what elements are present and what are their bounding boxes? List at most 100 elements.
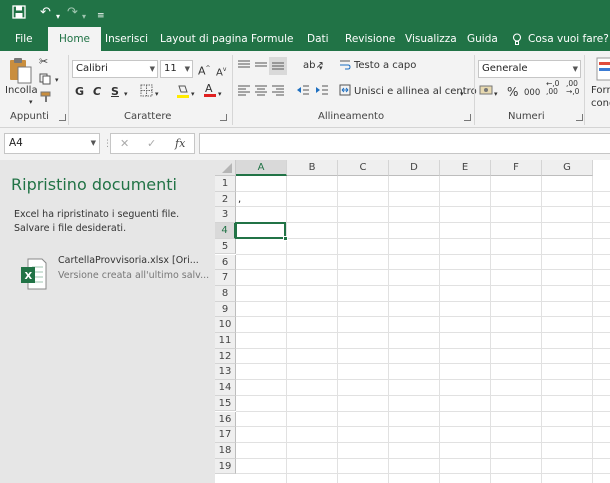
save-icon[interactable] [12,5,26,24]
tab-home[interactable]: Home [48,27,102,51]
active-cell[interactable] [235,222,286,240]
excel-file-icon[interactable]: X [20,258,47,290]
decrease-font-icon[interactable]: Av [216,63,226,80]
accounting-format-icon[interactable] [479,84,493,100]
font-color-dropdown-icon[interactable]: ▾ [218,87,222,101]
copy-icon[interactable] [39,73,53,89]
row-header-3[interactable]: 3 [215,207,236,224]
increase-font-icon[interactable]: A^ [198,62,211,79]
paste-dropdown-icon[interactable]: ▾ [29,95,33,109]
row-header-5[interactable]: 5 [215,238,236,255]
thousands-separator-button[interactable]: 000 [524,86,540,100]
cancel-icon[interactable]: ✕ [120,137,129,150]
name-box[interactable]: A4 ▼ [4,133,100,154]
tab-review[interactable]: Revisione [345,27,395,51]
formula-input[interactable] [199,133,610,154]
clipboard-launcher-icon[interactable] [59,114,66,121]
column-header-a[interactable]: A [236,160,287,176]
row-header-14[interactable]: 14 [215,380,236,396]
increase-indent-icon[interactable] [315,84,329,100]
fill-color-dropdown-icon[interactable]: ▾ [191,87,195,101]
redo-icon[interactable]: ↷ [67,5,78,21]
tab-formulas[interactable]: Formule [251,27,293,51]
redo-dropdown-icon[interactable]: ▾ [82,9,86,25]
align-bottom-icon[interactable] [269,57,287,75]
bold-button[interactable]: G [75,85,84,99]
tab-file[interactable]: File [15,27,33,51]
wrap-text-icon[interactable] [339,59,351,75]
font-color-icon[interactable]: A [203,82,217,102]
merge-center-button[interactable]: Unisci e allinea al centro [354,85,477,99]
decrease-indent-icon[interactable] [296,84,310,100]
tell-me-search[interactable]: Cosa vuoi fare? [528,27,609,51]
wrap-text-button[interactable]: Testo a capo [354,59,416,73]
align-center-icon[interactable] [254,84,268,100]
row-header-4[interactable]: 4 [215,223,236,239]
fill-handle[interactable] [283,235,288,241]
customize-qat-icon[interactable]: ≡ [97,8,105,24]
font-size-combo[interactable]: 11 ▼ [160,60,193,78]
column-header-c[interactable]: C [338,160,389,176]
fill-color-icon[interactable] [176,83,190,103]
row-header-8[interactable]: 8 [215,285,236,302]
select-all-button[interactable] [215,160,236,176]
align-middle-icon[interactable] [254,59,268,75]
tab-help[interactable]: Guida [467,27,498,51]
orientation-dropdown-icon[interactable]: ▾ [319,61,323,75]
conditional-format-label-2[interactable]: condi [591,97,610,111]
row-header-6[interactable]: 6 [215,254,236,271]
merge-center-icon[interactable] [339,84,351,100]
alignment-launcher-icon[interactable] [464,114,471,121]
column-header-b[interactable]: B [287,160,338,176]
enter-icon[interactable]: ✓ [147,137,156,150]
underline-button[interactable]: S [111,85,119,99]
tab-page-layout[interactable]: Layout di pagina [160,27,248,51]
row-header-15[interactable]: 15 [215,395,236,412]
tell-me-icon[interactable] [512,27,522,51]
borders-icon[interactable] [140,84,153,101]
tab-data[interactable]: Dati [307,27,329,51]
decrease-decimal-icon[interactable]: ,00 →,0 [566,80,579,96]
paste-button[interactable]: Incolla [5,84,38,98]
undo-icon[interactable]: ↶ [40,5,51,21]
conditional-format-label-1[interactable]: Form [591,84,610,98]
row-header-13[interactable]: 13 [215,364,236,381]
format-painter-icon[interactable] [39,91,53,107]
row-header-19[interactable]: 19 [215,458,236,475]
percent-button[interactable]: % [507,85,518,99]
worksheet-grid[interactable]: ABCDEFG 1 2 3 4 5 6 7 8 9 10 11 12 13 14 15 16 17 18 19 , [215,160,610,483]
cell-a2[interactable]: , [238,192,241,207]
conditional-format-icon[interactable] [596,56,610,82]
number-launcher-icon[interactable] [576,114,583,121]
tab-view[interactable]: Visualizza [405,27,457,51]
italic-button[interactable]: C [93,85,101,99]
row-header-18[interactable]: 18 [215,442,236,459]
row-header-11[interactable]: 11 [215,333,236,349]
row-header-9[interactable]: 9 [215,301,236,318]
copy-dropdown-icon[interactable]: ▾ [55,73,59,87]
column-header-e[interactable]: E [440,160,491,176]
column-header-f[interactable]: F [491,160,542,176]
number-format-combo[interactable]: Generale ▼ [478,60,581,78]
cut-icon[interactable]: ✂ [39,55,48,69]
row-header-1[interactable]: 1 [215,176,236,192]
row-header-17[interactable]: 17 [215,427,236,443]
row-header-12[interactable]: 12 [215,348,236,365]
borders-dropdown-icon[interactable]: ▾ [155,87,159,101]
row-header-10[interactable]: 10 [215,317,236,333]
underline-dropdown-icon[interactable]: ▾ [124,87,128,101]
font-launcher-icon[interactable] [220,114,227,121]
tab-insert[interactable]: Inserisci [105,27,148,51]
undo-dropdown-icon[interactable]: ▾ [56,9,60,25]
column-header-g[interactable]: G [542,160,593,176]
font-name-combo[interactable]: Calibri ▼ [72,60,158,78]
column-header-d[interactable]: D [389,160,440,176]
merge-dropdown-icon[interactable]: ▾ [460,87,464,101]
accounting-dropdown-icon[interactable]: ▾ [494,87,498,101]
row-header-16[interactable]: 16 [215,411,236,428]
align-left-icon[interactable] [237,84,251,100]
align-top-icon[interactable] [237,59,251,75]
recovered-file-name[interactable]: CartellaProvvisoria.xlsx [Ori... [58,255,199,266]
paste-icon[interactable] [7,56,35,84]
row-header-2[interactable]: 2 [215,191,236,208]
